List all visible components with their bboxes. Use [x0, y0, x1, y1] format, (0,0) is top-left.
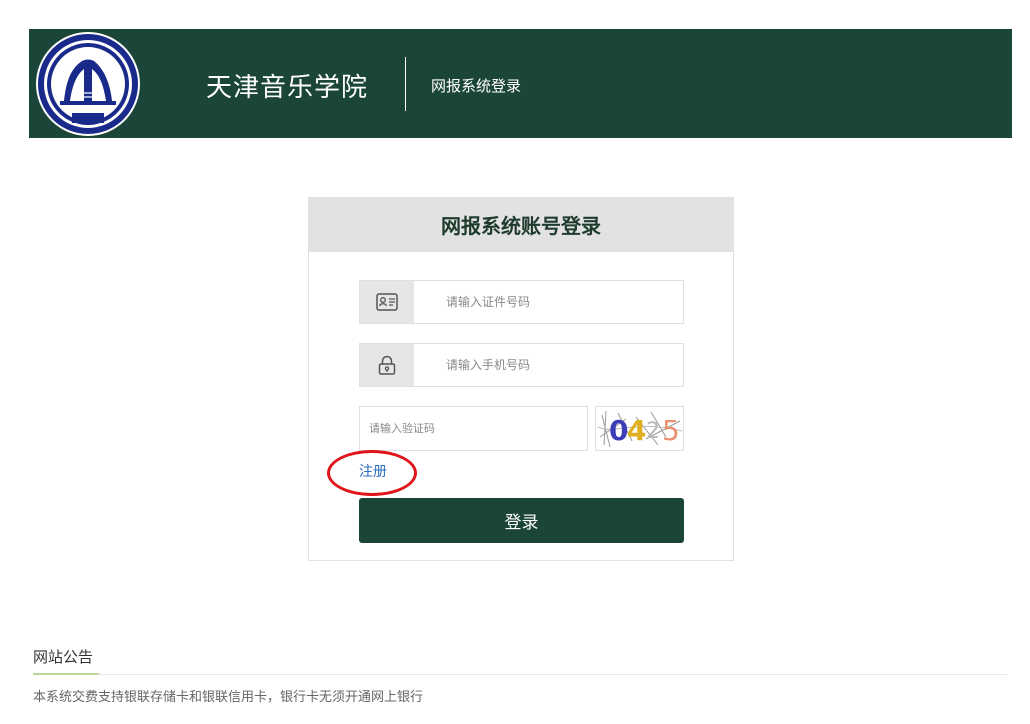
school-name: 天津音乐学院 — [206, 73, 369, 103]
notice-divider — [33, 674, 1007, 675]
notice-item[interactable]: 本系统交费支持银联存储卡和银联信用卡，银行卡无须开通网上银行 — [33, 686, 423, 705]
captcha-image[interactable]: 0 4 2 5 — [595, 406, 684, 451]
lock-icon — [360, 344, 414, 386]
phone-number-field — [359, 343, 684, 387]
login-panel-title: 网报系统账号登录 — [309, 198, 733, 252]
notice-title-underline — [33, 673, 99, 675]
captcha-char-2: 4 — [627, 414, 646, 447]
id-card-icon — [360, 281, 414, 323]
login-button[interactable]: 登录 — [359, 498, 684, 543]
register-link[interactable]: 注册 — [359, 461, 387, 481]
header-divider — [405, 57, 406, 111]
captcha-char-3: 2 — [646, 419, 660, 444]
site-header: 天津音乐学院 网报系统登录 — [29, 29, 1012, 138]
notice-title: 网站公告 — [33, 648, 94, 666]
phone-number-input[interactable] — [414, 344, 682, 386]
school-seal-logo — [36, 32, 140, 136]
captcha-char-4: 5 — [662, 414, 680, 447]
captcha-input[interactable] — [359, 406, 588, 451]
captcha-char-1: 0 — [609, 414, 628, 447]
system-title: 网报系统登录 — [431, 77, 522, 95]
id-number-input[interactable] — [414, 281, 682, 323]
id-number-field — [359, 280, 684, 324]
login-panel: 网报系统账号登录 0 4 — [308, 197, 734, 561]
